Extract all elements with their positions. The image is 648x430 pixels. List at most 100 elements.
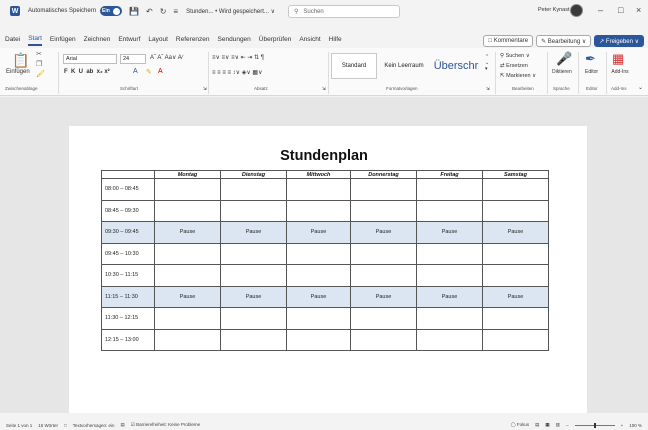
- document-title[interactable]: Stunden... • Wird gespeichert... ∨: [186, 8, 275, 15]
- table-cell[interactable]: [154, 307, 221, 330]
- time-slot-cell[interactable]: 09:45 – 10:30: [101, 242, 155, 265]
- table-cell[interactable]: [286, 264, 351, 287]
- style-heading[interactable]: Überschr: [430, 53, 482, 79]
- table-cell[interactable]: Pause: [154, 221, 221, 244]
- ribbon-collapse-icon[interactable]: ⌄: [638, 84, 643, 91]
- table-cell[interactable]: [220, 199, 287, 222]
- table-cell[interactable]: [350, 199, 417, 222]
- tab-entwurf[interactable]: Entwurf: [118, 36, 140, 45]
- table-cell[interactable]: [220, 307, 287, 330]
- table-cell[interactable]: Pause: [286, 221, 351, 244]
- time-slot-cell[interactable]: 08:45 – 09:30: [101, 199, 155, 222]
- table-cell[interactable]: Pause: [482, 285, 549, 308]
- table-cell[interactable]: Pause: [154, 285, 221, 308]
- zoom-out-icon[interactable]: −: [566, 423, 569, 428]
- table-cell[interactable]: [286, 199, 351, 222]
- table-cell[interactable]: [154, 199, 221, 222]
- table-cell[interactable]: Pause: [220, 285, 287, 308]
- table-cell[interactable]: [220, 264, 287, 287]
- addins-grid-icon[interactable]: ▦: [612, 51, 624, 67]
- table-cell[interactable]: [350, 242, 417, 265]
- zoom-level[interactable]: 100 %: [629, 423, 642, 428]
- table-cell[interactable]: [416, 178, 483, 201]
- table-cell[interactable]: [350, 178, 417, 201]
- font-dialog-launcher-icon[interactable]: ⇲: [203, 86, 207, 92]
- accessibility-status[interactable]: ☑ Barrierefreiheit: Keine Probleme: [131, 422, 200, 428]
- tab-start[interactable]: Start: [28, 35, 42, 46]
- table-cell[interactable]: [220, 328, 287, 351]
- tab-ansicht[interactable]: Ansicht: [299, 36, 320, 45]
- minimize-button[interactable]: –: [598, 5, 603, 15]
- table-cell[interactable]: [350, 307, 417, 330]
- close-button[interactable]: ×: [636, 5, 641, 15]
- table-cell[interactable]: Pause: [286, 285, 351, 308]
- font-grow-shrink-icon[interactable]: Aˆ Aˇ Aa∨ A∕: [150, 54, 183, 61]
- microphone-icon[interactable]: 🎤: [556, 51, 572, 67]
- customize-quick-access-icon[interactable]: ≡: [173, 7, 178, 16]
- style-standard[interactable]: Standard: [331, 53, 377, 79]
- table-cell[interactable]: [482, 178, 549, 201]
- font-color-icon[interactable]: A: [158, 68, 163, 75]
- tab-referenzen[interactable]: Referenzen: [176, 36, 210, 45]
- editor-pen-icon[interactable]: ✒: [585, 51, 596, 67]
- tab-sendungen[interactable]: Sendungen: [218, 36, 251, 45]
- table-cell[interactable]: Pause: [482, 221, 549, 244]
- dictate-button[interactable]: Diktieren: [552, 69, 572, 75]
- list-buttons-icon[interactable]: ≡∨ ≡∨ ≡∨ ⇤ ⇥ ⇅ ¶: [212, 54, 264, 61]
- proofing-icon[interactable]: □: [64, 423, 67, 428]
- redo-icon[interactable]: ↻: [160, 7, 167, 16]
- table-cell[interactable]: [416, 199, 483, 222]
- avatar[interactable]: [570, 4, 583, 17]
- search-input[interactable]: ⚲ Suchen: [288, 5, 400, 18]
- time-slot-cell[interactable]: 11:30 – 12:15: [101, 307, 155, 330]
- table-cell[interactable]: [286, 307, 351, 330]
- header-cell-empty[interactable]: [101, 170, 155, 179]
- comments-button[interactable]: □ Kommentare: [483, 35, 534, 47]
- text-effects-icon[interactable]: A: [133, 68, 138, 75]
- header-cell-mittwoch[interactable]: Mittwoch: [286, 170, 351, 179]
- time-slot-cell[interactable]: 08:00 – 08:45: [101, 178, 155, 201]
- cut-icon[interactable]: ✂: [36, 50, 42, 58]
- table-cell[interactable]: [154, 178, 221, 201]
- table-cell[interactable]: [482, 307, 549, 330]
- tab-ueberpruefen[interactable]: Überprüfen: [259, 36, 292, 45]
- tab-layout[interactable]: Layout: [148, 36, 168, 45]
- print-layout-icon[interactable]: ▦: [545, 422, 549, 428]
- table-cell[interactable]: [220, 178, 287, 201]
- table-cell[interactable]: [286, 328, 351, 351]
- header-cell-freitag[interactable]: Freitag: [416, 170, 483, 179]
- focus-button[interactable]: ◯ Fokus: [511, 422, 530, 428]
- zoom-in-icon[interactable]: +: [621, 423, 624, 428]
- share-button[interactable]: ↗ Freigeben ∨: [594, 35, 644, 47]
- user-name[interactable]: Peter Kynast: [538, 7, 570, 13]
- paste-button[interactable]: Einfügen: [6, 69, 30, 75]
- table-cell[interactable]: Pause: [350, 221, 417, 244]
- table-cell[interactable]: [154, 242, 221, 265]
- table-cell[interactable]: [482, 199, 549, 222]
- highlight-icon[interactable]: ✎: [146, 68, 152, 76]
- font-format-buttons[interactable]: F K U ab x₂ x²: [64, 69, 110, 75]
- table-cell[interactable]: Pause: [220, 221, 287, 244]
- document-heading[interactable]: Stundenplan: [0, 148, 648, 164]
- word-count[interactable]: 15 Wörter: [38, 423, 58, 428]
- save-icon[interactable]: 💾: [129, 7, 139, 16]
- table-cell[interactable]: [286, 178, 351, 201]
- font-size-select[interactable]: 24: [120, 54, 146, 64]
- header-cell-donnerstag[interactable]: Donnerstag: [350, 170, 417, 179]
- table-cell[interactable]: [286, 242, 351, 265]
- find-button[interactable]: ⚲ Suchen ∨: [500, 53, 530, 59]
- copy-icon[interactable]: ❐: [36, 60, 42, 68]
- table-cell[interactable]: [350, 264, 417, 287]
- header-cell-samstag[interactable]: Samstag: [482, 170, 549, 179]
- editing-mode-button[interactable]: ✎ Bearbeitung ∨: [536, 35, 592, 47]
- paragraph-dialog-launcher-icon[interactable]: ⇲: [322, 86, 326, 92]
- header-cell-montag[interactable]: Montag: [154, 170, 221, 179]
- tab-datei[interactable]: Datei: [5, 36, 20, 45]
- time-slot-cell[interactable]: 09:30 – 09:45: [101, 221, 155, 244]
- table-cell[interactable]: [416, 242, 483, 265]
- table-cell[interactable]: [482, 242, 549, 265]
- table-cell[interactable]: [416, 307, 483, 330]
- font-name-select[interactable]: Arial: [63, 54, 117, 64]
- addins-button[interactable]: Add-Ins: [611, 69, 629, 75]
- table-cell[interactable]: [482, 264, 549, 287]
